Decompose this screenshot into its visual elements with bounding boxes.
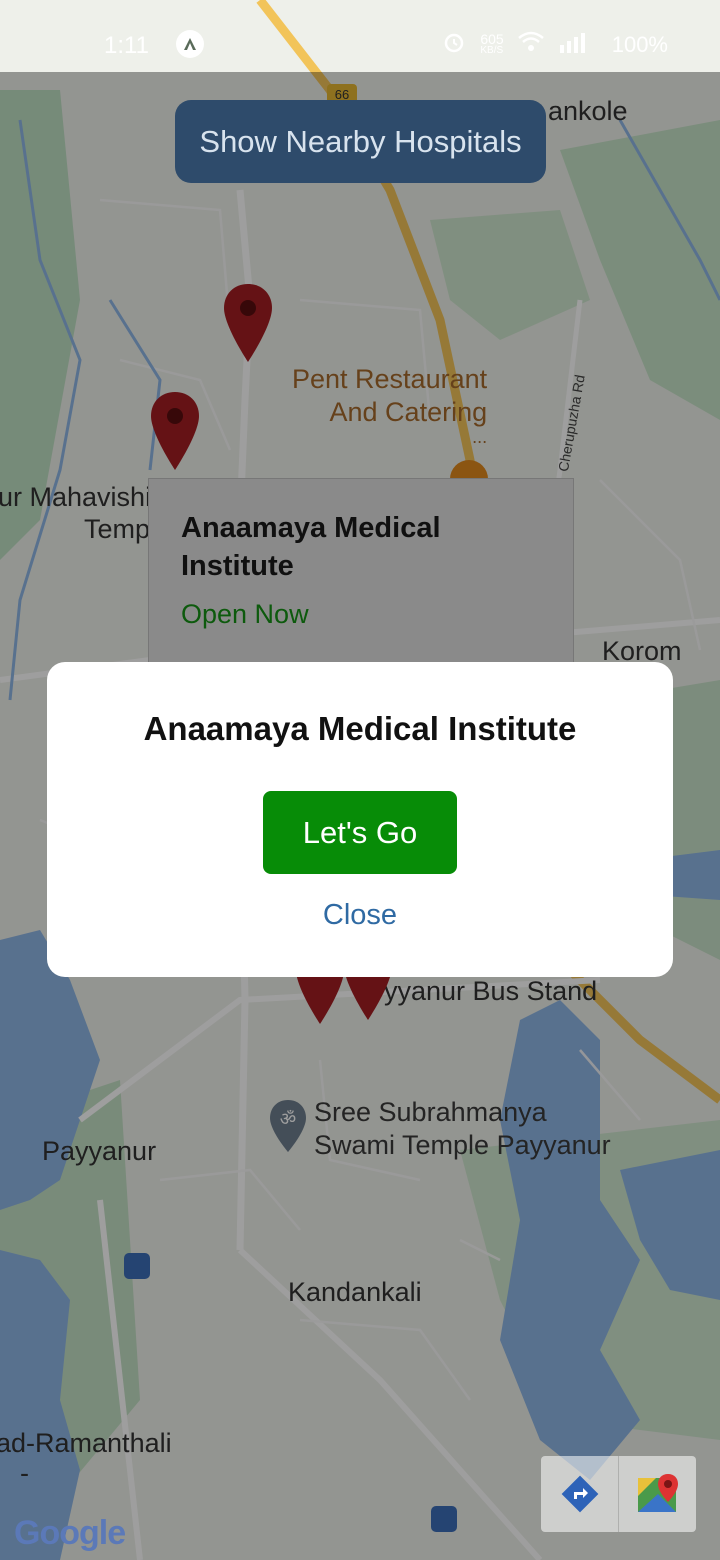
network-speed: 605 KB/S bbox=[480, 31, 504, 57]
status-bar: 1:11 605 KB/S 100% bbox=[0, 0, 720, 72]
map-toolbar bbox=[541, 1456, 696, 1532]
marker-info-card[interactable]: Anaamaya Medical Institute Open Now bbox=[148, 478, 574, 670]
wifi-icon bbox=[517, 31, 544, 59]
google-logo-text: Google bbox=[14, 1514, 126, 1552]
hospital-dialog: Anaamaya Medical Institute Let's Go Clos… bbox=[47, 662, 673, 977]
google-logo: Google bbox=[14, 1514, 126, 1553]
close-button[interactable]: Close bbox=[47, 899, 673, 932]
status-time: 1:11 bbox=[104, 32, 149, 59]
show-nearby-hospitals-button[interactable]: Show Nearby Hospitals bbox=[175, 100, 546, 183]
status-icons: 605 KB/S 100% bbox=[442, 30, 668, 60]
network-speed-value: 605 bbox=[480, 31, 504, 47]
directions-button[interactable] bbox=[541, 1456, 618, 1532]
lets-go-button[interactable]: Let's Go bbox=[263, 791, 457, 874]
info-card-title: Anaamaya Medical Institute bbox=[181, 512, 441, 582]
alarm-icon bbox=[442, 30, 466, 60]
dialog-title: Anaamaya Medical Institute bbox=[143, 710, 577, 747]
app-notification-icon bbox=[176, 30, 204, 58]
signal-icon bbox=[558, 31, 598, 59]
info-card-status: Open Now bbox=[181, 599, 309, 629]
network-speed-unit: KB/S bbox=[480, 45, 504, 56]
open-in-google-maps-button[interactable] bbox=[618, 1456, 696, 1532]
directions-icon bbox=[561, 1475, 598, 1513]
battery-level: 100% bbox=[611, 32, 668, 57]
google-maps-icon bbox=[637, 1474, 678, 1512]
